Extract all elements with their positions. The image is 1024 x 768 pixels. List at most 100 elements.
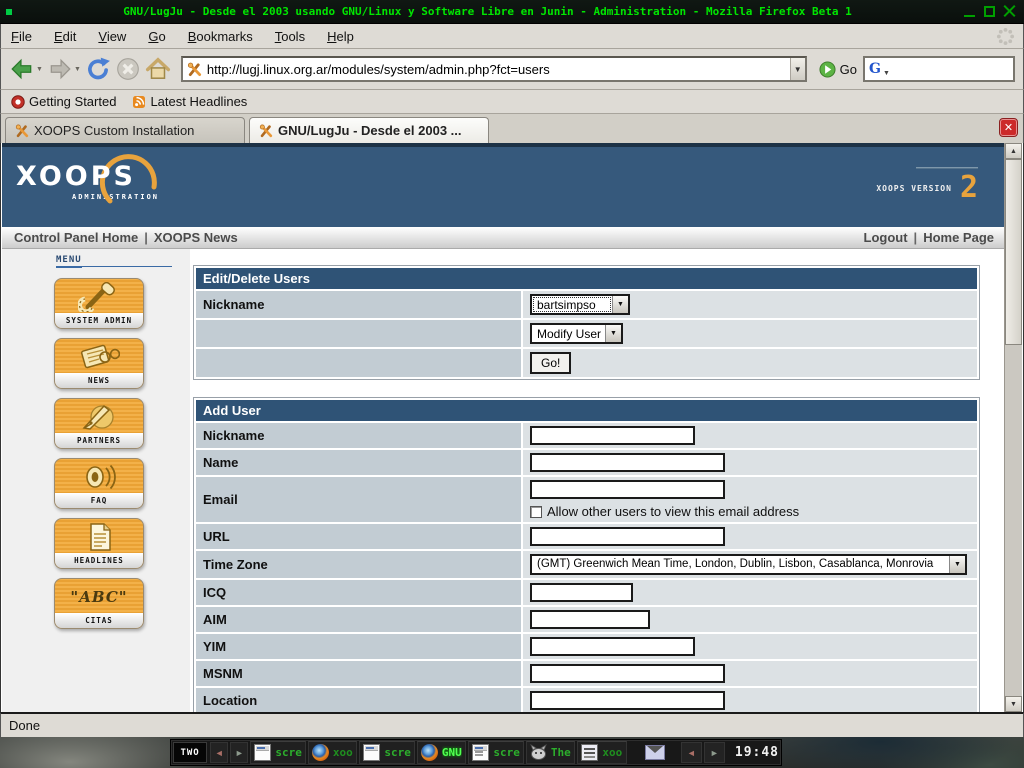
- tab-gnu-lugju[interactable]: GNU/LugJu - Desde el 2003 ...: [249, 117, 489, 143]
- name-input[interactable]: [530, 453, 725, 472]
- maximize-button[interactable]: [983, 5, 996, 18]
- pager-left-arrow[interactable]: ◄: [210, 742, 228, 763]
- forward-dropdown-caret[interactable]: ▼: [74, 66, 81, 73]
- sidebar-item-faq[interactable]: FAQ: [54, 458, 144, 509]
- sidebar-item-partners[interactable]: PARTNERS: [54, 398, 144, 449]
- taskbar-item-screenshot-3[interactable]: scre: [468, 741, 524, 764]
- email-input[interactable]: [530, 480, 725, 499]
- workspace-indicator[interactable]: TWO: [173, 742, 207, 763]
- taskbar-item-gimp[interactable]: The: [526, 741, 576, 764]
- document-icon: [55, 519, 143, 554]
- url-input[interactable]: [530, 527, 725, 546]
- sidebar-item-headlines[interactable]: HEADLINES: [54, 518, 144, 569]
- scroll-down-button[interactable]: ▼: [1005, 696, 1022, 712]
- search-engine-caret[interactable]: ▼: [883, 70, 890, 77]
- menu-edit[interactable]: Edit: [54, 29, 76, 44]
- tab-xoops-custom-installation[interactable]: XOOPS Custom Installation: [5, 117, 245, 143]
- menu-view[interactable]: View: [98, 29, 126, 44]
- location-input[interactable]: [530, 691, 725, 710]
- taskbar-item-xoops-firefox[interactable]: xoo: [308, 741, 358, 764]
- link-control-panel-home[interactable]: Control Panel Home: [14, 230, 138, 245]
- sidebar-item-news[interactable]: NEWS: [54, 338, 144, 389]
- edit-delete-users-table: Edit/Delete Users Nickname bartsimpso ▼: [193, 265, 980, 380]
- tab-bar: XOOPS Custom Installation GNU/LugJu - De…: [0, 114, 1024, 143]
- taskbar-item-screenshot-1[interactable]: scre: [250, 741, 306, 764]
- close-button[interactable]: [1003, 5, 1016, 18]
- timezone-select[interactable]: (GMT) Greenwich Mean Time, London, Dubli…: [530, 554, 967, 575]
- speaker-icon: [55, 459, 143, 494]
- tray-left-arrow[interactable]: ◄: [681, 742, 702, 763]
- url-text[interactable]: http://lugj.linux.org.ar/modules/system/…: [207, 62, 790, 77]
- nickname-select[interactable]: bartsimpso ▼: [530, 294, 630, 315]
- wrench-screwdriver-icon: [55, 279, 143, 314]
- pen-icon: [55, 399, 143, 434]
- vertical-scrollbar[interactable]: ▲ ▼: [1004, 143, 1022, 712]
- taskbar-item-gnu-firefox[interactable]: GNU: [417, 741, 467, 764]
- back-arrow-icon: [9, 56, 35, 82]
- menu-tools[interactable]: Tools: [275, 29, 305, 44]
- link-home-page[interactable]: Home Page: [923, 230, 994, 245]
- search-input[interactable]: G ▼: [863, 56, 1015, 82]
- back-button[interactable]: ▼: [9, 56, 43, 82]
- taskbar-item-screenshot-2[interactable]: scre: [359, 741, 415, 764]
- pager-right-arrow[interactable]: ►: [230, 742, 248, 763]
- menu-bookmarks[interactable]: Bookmarks: [188, 29, 253, 44]
- sidebar-item-system-admin[interactable]: SYSTEM ADMIN: [54, 278, 144, 329]
- gimp-icon: [530, 744, 547, 761]
- go-button-label: Go: [840, 62, 857, 77]
- bookmark-latest-headlines[interactable]: Latest Headlines: [132, 94, 247, 109]
- document-window-icon: [581, 744, 598, 761]
- url-bar[interactable]: http://lugj.linux.org.ar/modules/system/…: [181, 56, 807, 82]
- scroll-up-button[interactable]: ▲: [1005, 143, 1022, 159]
- menu-file[interactable]: File: [11, 29, 32, 44]
- aim-input[interactable]: [530, 610, 650, 629]
- sidebar-item-citas[interactable]: "ABC" CITAS: [54, 578, 144, 629]
- select-arrow-icon[interactable]: ▼: [949, 556, 965, 573]
- scrollbar-thumb[interactable]: [1005, 159, 1022, 345]
- add-aim-label: AIM: [196, 607, 521, 632]
- menu-help[interactable]: Help: [327, 29, 354, 44]
- window-titlebar: GNU/LugJu - Desde el 2003 usando GNU/Lin…: [0, 0, 1024, 24]
- msnm-input[interactable]: [530, 664, 725, 683]
- admin-nav-bar: Control Panel Home|XOOPS News Logout|Hom…: [2, 227, 1006, 249]
- tray-right-arrow[interactable]: ►: [704, 742, 725, 763]
- stop-icon: [115, 56, 141, 82]
- mail-check-button[interactable]: [643, 742, 667, 763]
- close-tab-button[interactable]: ✕: [1000, 119, 1017, 136]
- home-button[interactable]: [145, 56, 171, 82]
- taskbar-item-xoops-doc[interactable]: xoo: [577, 741, 627, 764]
- icq-input[interactable]: [530, 583, 633, 602]
- forward-button[interactable]: ▼: [47, 56, 81, 82]
- bookmarks-toolbar: Getting Started Latest Headlines: [0, 90, 1024, 114]
- user-action-select[interactable]: Modify User ▼: [530, 323, 623, 344]
- status-text: Done: [9, 718, 40, 733]
- taskbar: TWO ◄ ► scre xoo scre GNU scre The: [170, 739, 782, 766]
- email-visibility-checkbox[interactable]: [530, 506, 542, 518]
- menu-go[interactable]: Go: [148, 29, 165, 44]
- window-icon: [254, 744, 271, 761]
- add-location-label: Location: [196, 688, 521, 712]
- link-xoops-news[interactable]: XOOPS News: [154, 230, 238, 245]
- forward-arrow-icon: [47, 56, 73, 82]
- back-dropdown-caret[interactable]: ▼: [36, 66, 43, 73]
- select-arrow-icon[interactable]: ▼: [612, 296, 628, 313]
- window-icon: [363, 744, 380, 761]
- select-arrow-icon[interactable]: ▼: [605, 325, 621, 342]
- nickname-label: Nickname: [196, 291, 521, 318]
- nickname-input[interactable]: [530, 426, 695, 445]
- navigation-toolbar: ▼ ▼ http://lugj.linux.org.ar/modules/sys…: [0, 49, 1024, 90]
- tab-favicon: [259, 124, 273, 138]
- link-logout[interactable]: Logout: [864, 230, 908, 245]
- xoops-version-badge: XOOPS VERSION 2: [876, 167, 978, 199]
- tab-favicon: [15, 124, 29, 138]
- stop-button[interactable]: [115, 56, 141, 82]
- bookmark-getting-started[interactable]: Getting Started: [11, 94, 116, 109]
- url-dropdown-button[interactable]: ▼: [790, 58, 805, 80]
- reload-button[interactable]: [85, 56, 111, 82]
- minimize-button[interactable]: [963, 5, 976, 18]
- go-button[interactable]: Go: [813, 59, 863, 80]
- newspaper-glasses-icon: [55, 339, 143, 374]
- yim-input[interactable]: [530, 637, 695, 656]
- go-submit-button[interactable]: Go!: [530, 352, 571, 374]
- admin-main-panel: Edit/Delete Users Nickname bartsimpso ▼: [190, 249, 1006, 712]
